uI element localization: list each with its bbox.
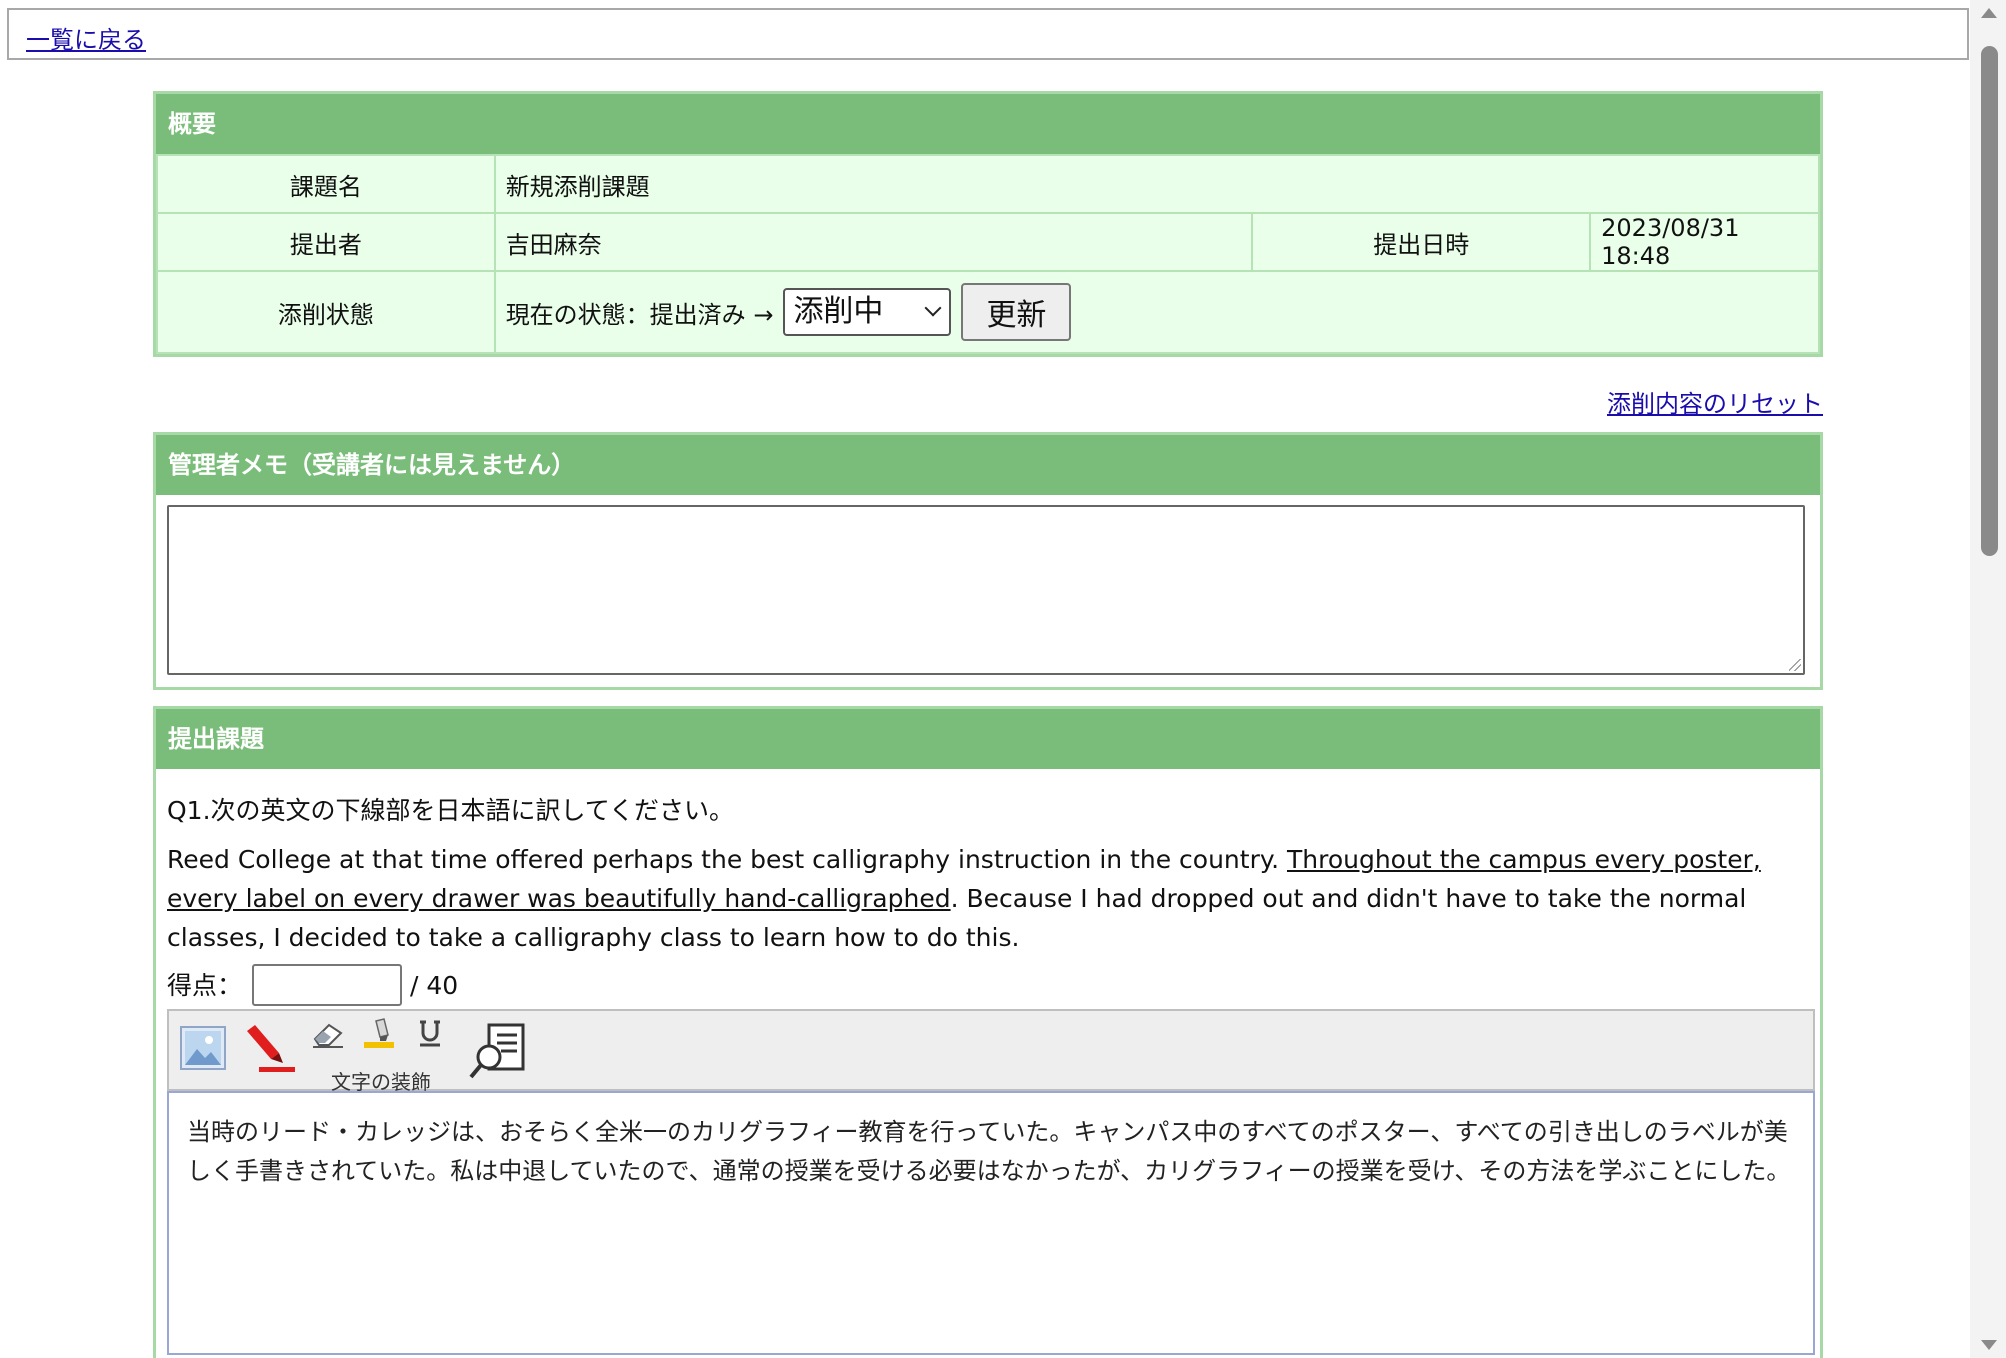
score-input[interactable] xyxy=(252,964,403,1006)
highlighter-icon[interactable] xyxy=(362,1017,396,1060)
question-title: Q1.次の英文の下線部を日本語に訳してください。 xyxy=(167,796,735,825)
overview-panel: 概要 課題名 新規添削課題 提出者 吉田麻奈 提出日時 2023/08/31 1… xyxy=(153,91,1823,357)
memo-panel: 管理者メモ（受講者には見えません） xyxy=(153,432,1823,690)
eraser-icon[interactable] xyxy=(311,1019,345,1060)
page: 一覧に戻る 概要 課題名 新規添削課題 提出者 吉田麻奈 提出日時 2023/0… xyxy=(0,0,2006,1358)
task-body: Q1.次の英文の下線部を日本語に訳してください。 Reed College at… xyxy=(156,769,1820,1355)
reset-correction-link[interactable]: 添削内容のリセット xyxy=(1607,384,1823,419)
text-decoration-caption: 文字の装飾 xyxy=(331,1070,431,1094)
overview-title: 概要 xyxy=(156,94,1820,154)
submitter-label: 提出者 xyxy=(156,212,496,272)
submitted-at-label: 提出日時 xyxy=(1251,212,1592,272)
question-text: Reed College at that time offered perhap… xyxy=(167,840,1809,957)
score-label: 得点： xyxy=(167,970,243,1000)
underline-icon[interactable] xyxy=(417,1019,443,1060)
assignment-label: 課題名 xyxy=(156,154,496,214)
submitted-task-panel: 提出課題 Q1.次の英文の下線部を日本語に訳してください。 Reed Colle… xyxy=(153,706,1823,1358)
memo-title: 管理者メモ（受講者には見えません） xyxy=(156,435,1820,495)
score-max: / 40 xyxy=(410,970,459,1000)
assignment-value: 新規添削課題 xyxy=(493,154,1821,214)
image-icon[interactable] xyxy=(179,1025,227,1082)
resize-grip-icon[interactable] xyxy=(1789,659,1801,671)
status-controls: 現在の状態：提出済み → 添削中 更新 xyxy=(506,283,1808,341)
status-select[interactable]: 添削中 xyxy=(783,288,952,336)
scroll-up-arrow-icon[interactable] xyxy=(1981,8,1997,18)
chevron-down-icon xyxy=(924,299,942,317)
scroll-down-arrow-icon[interactable] xyxy=(1981,1340,1997,1350)
top-bar: 一覧に戻る xyxy=(7,8,1969,60)
submitter-value: 吉田麻奈 xyxy=(493,212,1254,272)
vertical-scrollbar[interactable] xyxy=(1970,0,2006,1358)
status-label: 添削状態 xyxy=(156,270,496,354)
submitted-at-value: 2023/08/31 18:48 xyxy=(1589,212,1820,272)
memo-textarea[interactable] xyxy=(167,505,1805,675)
overview-table: 課題名 新規添削課題 提出者 吉田麻奈 提出日時 2023/08/31 18:4… xyxy=(156,154,1821,354)
back-to-list-link[interactable]: 一覧に戻る xyxy=(26,20,146,55)
update-button[interactable]: 更新 xyxy=(961,283,1072,341)
editor-toolbar: 文字の装飾 xyxy=(167,1009,1815,1094)
status-selected-value: 添削中 xyxy=(793,294,884,329)
scroll-thumb[interactable] xyxy=(1981,46,1998,556)
red-pen-icon[interactable] xyxy=(241,1023,297,1086)
task-title: 提出課題 xyxy=(156,709,1820,769)
score-row: 得点： / 40 xyxy=(167,963,1809,1007)
magnifier-document-icon[interactable] xyxy=(467,1021,529,1092)
answer-editor[interactable]: 当時のリード・カレッジは、おそらく全米一のカリグラフィー教育を行っていた。キャン… xyxy=(167,1091,1815,1355)
question-text-before: Reed College at that time offered perhap… xyxy=(167,845,1287,874)
current-status-text: 現在の状態：提出済み → xyxy=(505,300,774,329)
